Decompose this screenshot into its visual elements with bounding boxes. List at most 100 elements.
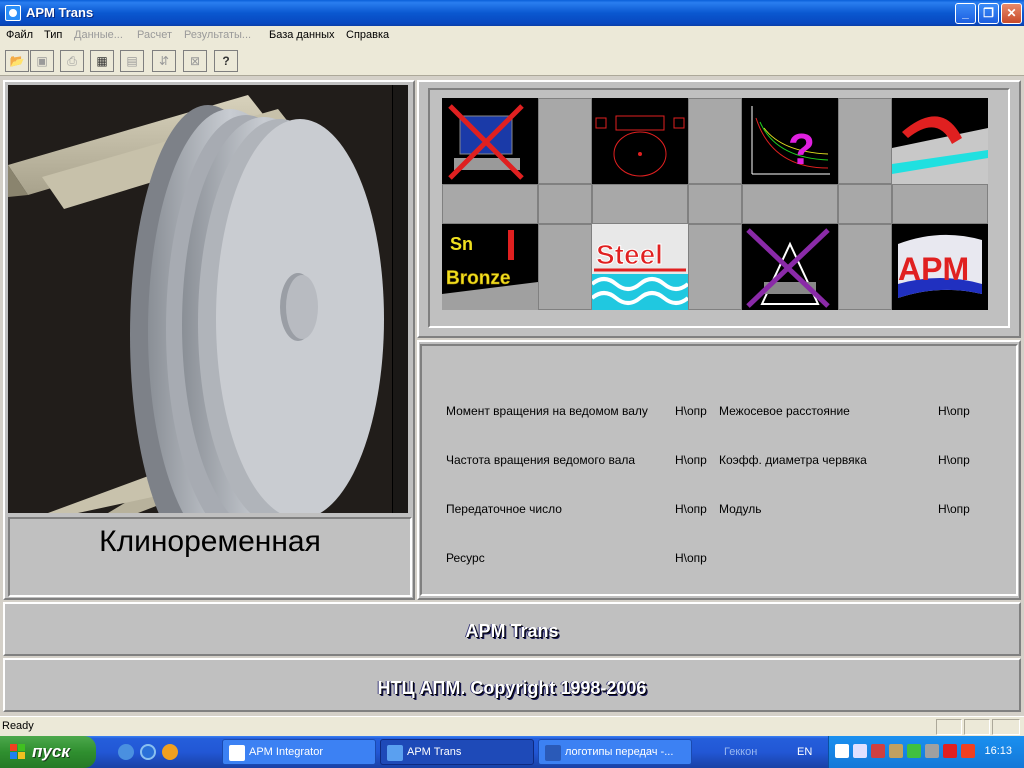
pulley-3d-view	[8, 85, 408, 513]
taskbar: пуск APM Integrator APM Trans логотипы п…	[0, 736, 1024, 768]
grid-spacer	[688, 224, 742, 310]
toolbar: 📂 ▣ ⎙ ▦ ▤ ⇵ ⊠ ?	[0, 46, 1024, 76]
grid-spacer	[538, 224, 592, 310]
transmission-type-label: Клиноременная	[8, 517, 412, 597]
gear-drawing-icon[interactable]	[592, 98, 688, 184]
minimize-button[interactable]: _	[955, 3, 976, 24]
param-label: Модуль	[719, 502, 762, 516]
table-icon[interactable]: ▤	[120, 50, 144, 72]
svg-text:APM: APM	[898, 251, 969, 287]
grid-spacer	[838, 184, 892, 224]
pulley-illustration	[8, 95, 384, 513]
grid-spacer	[838, 98, 892, 184]
params-frame: Момент вращения на ведомом валу Н\опр Ча…	[420, 344, 1018, 596]
system-tray: 16:13	[828, 736, 1024, 768]
param-value: Н\опр	[675, 453, 707, 467]
media-quicklaunch-icon[interactable]	[162, 744, 178, 760]
grid-spacer	[538, 184, 592, 224]
param-label: Частота вращения ведомого вала	[446, 453, 636, 467]
steel-icon[interactable]: Steel	[592, 224, 688, 310]
close-button[interactable]: ✕	[1001, 3, 1022, 24]
status-text: Ready	[2, 720, 34, 732]
param-value: Н\опр	[675, 404, 707, 418]
calc-icon[interactable]: ⇵	[152, 50, 176, 72]
app-title-text: APM Trans	[465, 621, 559, 641]
transmission-type-text: Клиноременная	[99, 525, 321, 558]
start-label: пуск	[32, 742, 70, 761]
belt-icon[interactable]	[892, 98, 988, 184]
copyright-text: НТЦ АПМ. Copyright 1998-2006	[377, 678, 647, 698]
tray-users-icon[interactable]	[853, 744, 867, 758]
chart-icon[interactable]: ⊠	[183, 50, 207, 72]
gekkon-toolbar[interactable]: Геккон	[724, 746, 757, 758]
save-icon[interactable]: ▣	[30, 50, 54, 72]
app-title-banner: APM Trans	[3, 602, 1021, 656]
ie-quicklaunch-icon[interactable]	[140, 744, 156, 760]
param-value: Н\опр	[938, 404, 970, 418]
start-button[interactable]: пуск	[0, 736, 96, 768]
param-value: Н\опр	[938, 502, 970, 516]
grid-spacer	[688, 98, 742, 184]
grid-spacer	[892, 184, 988, 224]
title-bar: APM Trans _ ❐ ✕	[0, 0, 1024, 26]
tray-antivirus-icon[interactable]	[943, 744, 957, 758]
status-cell	[992, 719, 1020, 735]
tray-network-icon[interactable]	[835, 744, 849, 758]
maximize-button[interactable]: ❐	[978, 3, 999, 24]
print-icon[interactable]: ⎙	[60, 50, 84, 72]
menu-calc[interactable]: Расчет	[137, 29, 172, 41]
menu-database[interactable]: База данных	[269, 29, 335, 41]
graphic-scrollbar[interactable]	[392, 85, 408, 513]
menu-data[interactable]: Данные...	[74, 29, 123, 41]
svg-text:?: ?	[788, 125, 815, 174]
param-label: Ресурс	[446, 551, 485, 565]
tools-grid: ? Sn Bronze Steel APM	[442, 98, 990, 312]
task-apm-trans[interactable]: APM Trans	[380, 739, 534, 765]
param-label: Передаточное число	[446, 502, 562, 516]
grid-spacer	[688, 184, 742, 224]
menu-type[interactable]: Тип	[44, 29, 62, 41]
apm-integrator-icon	[229, 745, 245, 761]
data-icon[interactable]: ▦	[90, 50, 114, 72]
menu-results[interactable]: Результаты...	[184, 29, 251, 41]
tray-app-icon[interactable]	[961, 744, 975, 758]
grid-spacer	[838, 224, 892, 310]
status-cell	[936, 719, 962, 735]
grid-spacer	[538, 98, 592, 184]
sn-bronze-icon[interactable]: Sn Bronze	[442, 224, 538, 310]
apm-trans-icon	[387, 745, 403, 761]
menu-help[interactable]: Справка	[346, 29, 389, 41]
grid-spacer	[442, 184, 538, 224]
param-label: Межосевое расстояние	[719, 404, 850, 418]
param-value: Н\опр	[675, 551, 707, 565]
copyright-banner: НТЦ АПМ. Copyright 1998-2006	[3, 658, 1021, 712]
param-label: Момент вращения на ведомом валу	[446, 404, 648, 418]
status-bar: Ready	[0, 716, 1024, 736]
svg-text:Sn: Sn	[450, 234, 473, 254]
open-folder-icon[interactable]: 📂	[5, 50, 29, 72]
status-cell	[964, 719, 990, 735]
tray-security-icon[interactable]	[871, 744, 885, 758]
param-value: Н\опр	[675, 502, 707, 516]
desktop-quicklaunch-icon[interactable]	[118, 744, 134, 760]
taskbar-clock: 16:13	[984, 745, 1012, 757]
language-indicator[interactable]: EN	[797, 746, 812, 758]
task-apm-integrator[interactable]: APM Integrator	[222, 739, 376, 765]
grid-spacer	[592, 184, 688, 224]
window-title: APM Trans	[26, 5, 94, 20]
task-word-document[interactable]: логотипы передач -...	[538, 739, 692, 765]
computer-crossed-icon[interactable]	[442, 98, 538, 184]
tray-update-icon[interactable]	[907, 744, 921, 758]
menu-file[interactable]: Файл	[6, 29, 33, 41]
svg-text:Bronze: Bronze	[446, 268, 510, 289]
app-icon[interactable]	[5, 5, 21, 21]
apm-logo-icon[interactable]: APM	[892, 224, 988, 310]
param-label: Коэфф. диаметра червяка	[719, 453, 867, 467]
tray-sound-icon[interactable]	[889, 744, 903, 758]
help-icon[interactable]: ?	[214, 50, 238, 72]
tray-device-icon[interactable]	[925, 744, 939, 758]
tolerance-crossed-icon[interactable]	[742, 224, 838, 310]
graph-question-icon[interactable]: ?	[742, 98, 838, 184]
windows-flag-icon	[10, 744, 25, 759]
menu-bar: Файл Тип Данные... Расчет Результаты... …	[0, 26, 1024, 46]
